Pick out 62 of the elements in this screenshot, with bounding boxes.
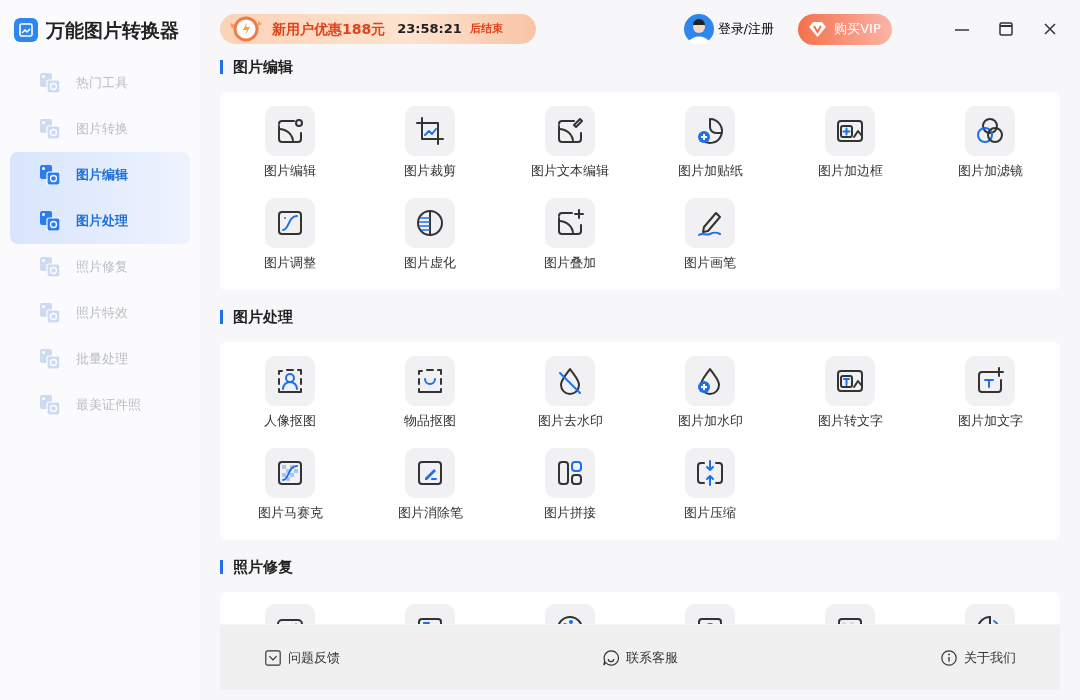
tool-button[interactable]: 图片调整 (220, 198, 360, 290)
half-striped-circle-icon (414, 207, 446, 239)
section-title: 图片编辑 (220, 60, 1060, 74)
promo-text: 新用户优惠188元 (272, 19, 386, 39)
tool-button[interactable]: 图片消除笔 (360, 448, 500, 540)
tool-button[interactable]: 图片转文字 (780, 356, 920, 448)
tool-icon-button[interactable] (965, 604, 1015, 624)
tool-button[interactable]: 图片叠加 (500, 198, 640, 290)
image-tool-icon (40, 395, 60, 415)
close-icon (1044, 23, 1056, 35)
tool-button[interactable]: 图片加滤镜 (920, 106, 1060, 198)
diamond-icon (809, 21, 827, 37)
image-tool-icon (40, 349, 60, 369)
crop-icon (414, 115, 446, 147)
tool-icon-button[interactable] (685, 604, 735, 624)
tool-button[interactable]: 图片加边框 (780, 106, 920, 198)
image-tool-icon (40, 73, 60, 93)
tool-icon-button[interactable] (265, 604, 315, 624)
tool-button[interactable]: 图片拼接 (500, 448, 640, 540)
image-tool-icon (40, 165, 60, 185)
app-logo-icon (14, 18, 38, 42)
chat-bubble-icon (602, 648, 620, 667)
sidebar-item[interactable]: 图片处理 (10, 198, 190, 244)
tool-button[interactable]: 人像抠图 (220, 356, 360, 448)
tool-icon-button[interactable] (825, 604, 875, 624)
avatar-icon (683, 14, 714, 44)
image-tool-icon (40, 119, 60, 139)
maximize-icon (999, 22, 1013, 36)
tool-button[interactable]: 图片虚化 (360, 198, 500, 290)
tool-button[interactable]: 图片加贴纸 (640, 106, 780, 198)
info-icon (940, 648, 958, 667)
tool-button[interactable]: 图片编辑 (220, 106, 360, 198)
minimize-icon (954, 29, 970, 31)
feedback-link[interactable]: 问题反馈 (264, 647, 340, 668)
promo-banner[interactable]: 新用户优惠188元 23:58:21 后结束 (220, 14, 536, 44)
maximize-button[interactable] (996, 19, 1016, 39)
compress-arrows-icon (694, 457, 726, 489)
app-title: 万能图片转换器 (46, 17, 179, 43)
section-title: 照片修复 (220, 560, 1060, 574)
login-button[interactable]: 登录/注册 (683, 14, 774, 44)
tool-icon-button[interactable] (545, 604, 595, 624)
tool-button[interactable]: 图片画笔 (640, 198, 780, 290)
alarm-clock-icon (228, 15, 264, 43)
tool-button[interactable]: 图片文本编辑 (500, 106, 640, 198)
section-title: 图片处理 (220, 310, 1060, 324)
image-tool-icon (40, 211, 60, 231)
promo-suffix: 后结束 (469, 20, 503, 37)
tool-icon-button[interactable] (405, 604, 455, 624)
tool-button[interactable]: 图片去水印 (500, 356, 640, 448)
mail-box-icon (264, 648, 282, 667)
contact-link[interactable]: 联系客服 (602, 647, 678, 668)
tool-button[interactable]: 图片马赛克 (220, 448, 360, 540)
tool-button[interactable]: 物品抠图 (360, 356, 500, 448)
image-tool-icon (40, 257, 60, 277)
tool-button[interactable]: 图片加文字 (920, 356, 1060, 448)
tool-button[interactable]: 图片裁剪 (360, 106, 500, 198)
image-tool-icon (40, 303, 60, 323)
about-link[interactable]: 关于我们 (940, 647, 1016, 668)
countdown-timer: 23:58:21 (397, 20, 462, 39)
tool-button[interactable]: 图片加水印 (640, 356, 780, 448)
tool-button[interactable]: 图片压缩 (640, 448, 780, 540)
sidebar-item[interactable]: 图片编辑 (10, 152, 190, 198)
